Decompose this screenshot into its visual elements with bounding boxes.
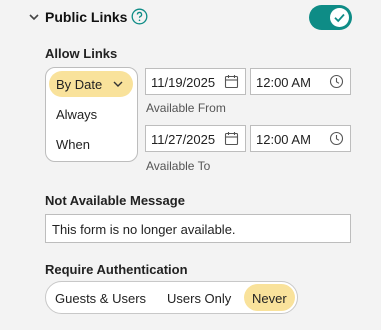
help-icon[interactable] <box>131 8 148 25</box>
public-links-toggle[interactable] <box>309 5 352 30</box>
section-title: Public Links <box>45 9 128 25</box>
require-authentication-label: Require Authentication <box>45 262 188 277</box>
allow-links-selected[interactable]: By Date <box>49 71 133 97</box>
chevron-down-icon[interactable] <box>27 10 41 24</box>
calendar-icon[interactable] <box>224 74 239 89</box>
allow-links-selected-value: By Date <box>56 77 103 92</box>
not-available-message-input[interactable]: This form is no longer available. <box>45 214 351 243</box>
available-from-time-input[interactable]: 12:00 AM <box>250 68 351 95</box>
auth-option-guests-users[interactable]: Guests & Users <box>55 291 146 306</box>
chevron-down-icon <box>113 81 123 87</box>
auth-option-never[interactable]: Never <box>252 291 287 306</box>
available-from-time-value: 12:00 AM <box>256 75 311 90</box>
available-to-time-value: 12:00 AM <box>256 132 311 147</box>
calendar-icon[interactable] <box>224 131 239 146</box>
available-to-date-input[interactable]: 11/27/2025 <box>145 125 246 152</box>
allow-links-label: Allow Links <box>45 46 118 61</box>
require-authentication-selector: Guests & Users Users Only Never <box>45 281 298 314</box>
available-to-date-value: 11/27/2025 <box>151 132 216 147</box>
not-available-message-label: Not Available Message <box>45 193 185 208</box>
available-from-date-input[interactable]: 11/19/2025 <box>145 68 246 95</box>
allow-links-option-always[interactable]: Always <box>56 107 97 122</box>
available-to-caption: Available To <box>146 159 211 173</box>
available-to-time-input[interactable]: 12:00 AM <box>250 125 351 152</box>
public-links-header: Public Links <box>0 0 381 34</box>
allow-links-option-when[interactable]: When <box>56 137 90 152</box>
clock-icon[interactable] <box>329 131 344 146</box>
not-available-message-value: This form is no longer available. <box>52 222 236 237</box>
auth-option-users-only[interactable]: Users Only <box>167 291 231 306</box>
toggle-knob <box>330 8 349 27</box>
clock-icon[interactable] <box>329 74 344 89</box>
allow-links-dropdown[interactable]: By Date Always When <box>45 67 138 162</box>
available-from-date-value: 11/19/2025 <box>151 75 216 90</box>
public-links-panel: Public Links Allow Links By Date Always … <box>0 0 381 330</box>
available-from-caption: Available From <box>146 101 226 115</box>
check-icon <box>334 13 345 23</box>
